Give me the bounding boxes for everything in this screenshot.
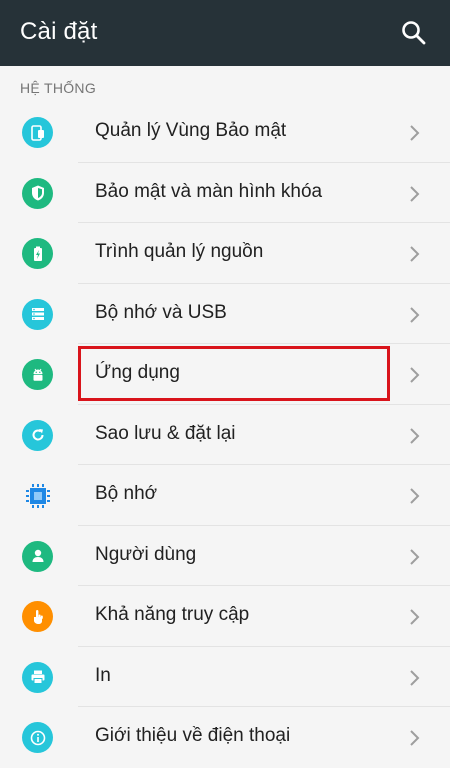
settings-item-label: Quản lý Vùng Bảo mật xyxy=(95,120,287,141)
settings-item-apps[interactable]: Ứng dụng xyxy=(0,344,450,405)
settings-item-label: In xyxy=(95,664,111,686)
shield-icon xyxy=(22,177,53,209)
section-header-system: HỆ THỐNG xyxy=(20,80,97,96)
settings-item-label: Bảo mật và màn hình khóa xyxy=(95,180,323,202)
settings-item-label: Sao lưu & đặt lại xyxy=(95,422,236,444)
printer-icon xyxy=(22,661,53,693)
backup-icon xyxy=(22,419,53,451)
settings-item-label: Trình quản lý nguồn xyxy=(95,241,264,262)
settings-item-label: Người dùng xyxy=(95,543,197,565)
secure-folder-icon xyxy=(22,117,53,148)
chevron-right-icon xyxy=(410,488,420,504)
memory-chip-icon xyxy=(22,480,53,511)
settings-item-storage-usb[interactable]: Bộ nhớ và USB xyxy=(0,284,450,344)
settings-item-backup-reset[interactable]: Sao lưu & đặt lại xyxy=(0,405,450,465)
chevron-right-icon xyxy=(410,609,420,625)
battery-icon xyxy=(22,238,53,269)
settings-item-users[interactable]: Người dùng xyxy=(0,526,450,586)
settings-item-security-lockscreen[interactable]: Bảo mật và màn hình khóa xyxy=(0,163,450,223)
page-title: Cài đặt xyxy=(20,18,98,45)
settings-item-label: Giới thiệu về điện thoại xyxy=(95,725,291,746)
chevron-right-icon xyxy=(410,125,420,141)
chevron-right-icon xyxy=(410,427,420,444)
settings-item-power-manager[interactable]: Trình quản lý nguồn xyxy=(0,223,450,284)
settings-item-label: Bộ nhớ xyxy=(95,483,158,504)
settings-item-label: Bộ nhớ và USB xyxy=(95,301,227,323)
settings-item-label: Ứng dụng xyxy=(95,362,180,383)
info-icon xyxy=(22,722,53,753)
app-bar: Cài đặt xyxy=(0,0,450,66)
chevron-right-icon xyxy=(410,730,420,746)
accessibility-hand-icon xyxy=(22,601,53,632)
settings-item-memory[interactable]: Bộ nhớ xyxy=(0,465,450,526)
chevron-right-icon xyxy=(410,367,420,383)
chevron-right-icon xyxy=(410,669,420,686)
settings-item-print[interactable]: In xyxy=(0,647,450,707)
chevron-right-icon xyxy=(410,548,420,565)
settings-item-secure-folder[interactable]: Quản lý Vùng Bảo mật xyxy=(0,102,450,163)
chevron-right-icon xyxy=(410,246,420,262)
chevron-right-icon xyxy=(410,185,420,202)
settings-list: Quản lý Vùng Bảo mật Bảo mật và màn hình… xyxy=(0,102,450,768)
settings-item-about-phone[interactable]: Giới thiệu về điện thoại xyxy=(0,707,450,768)
chevron-right-icon xyxy=(410,306,420,323)
android-icon xyxy=(22,359,53,390)
settings-item-accessibility[interactable]: Khả năng truy cập xyxy=(0,586,450,647)
settings-item-label: Khả năng truy cập xyxy=(95,604,250,625)
user-icon xyxy=(22,540,53,572)
storage-icon xyxy=(22,298,53,330)
search-icon[interactable] xyxy=(398,17,430,49)
